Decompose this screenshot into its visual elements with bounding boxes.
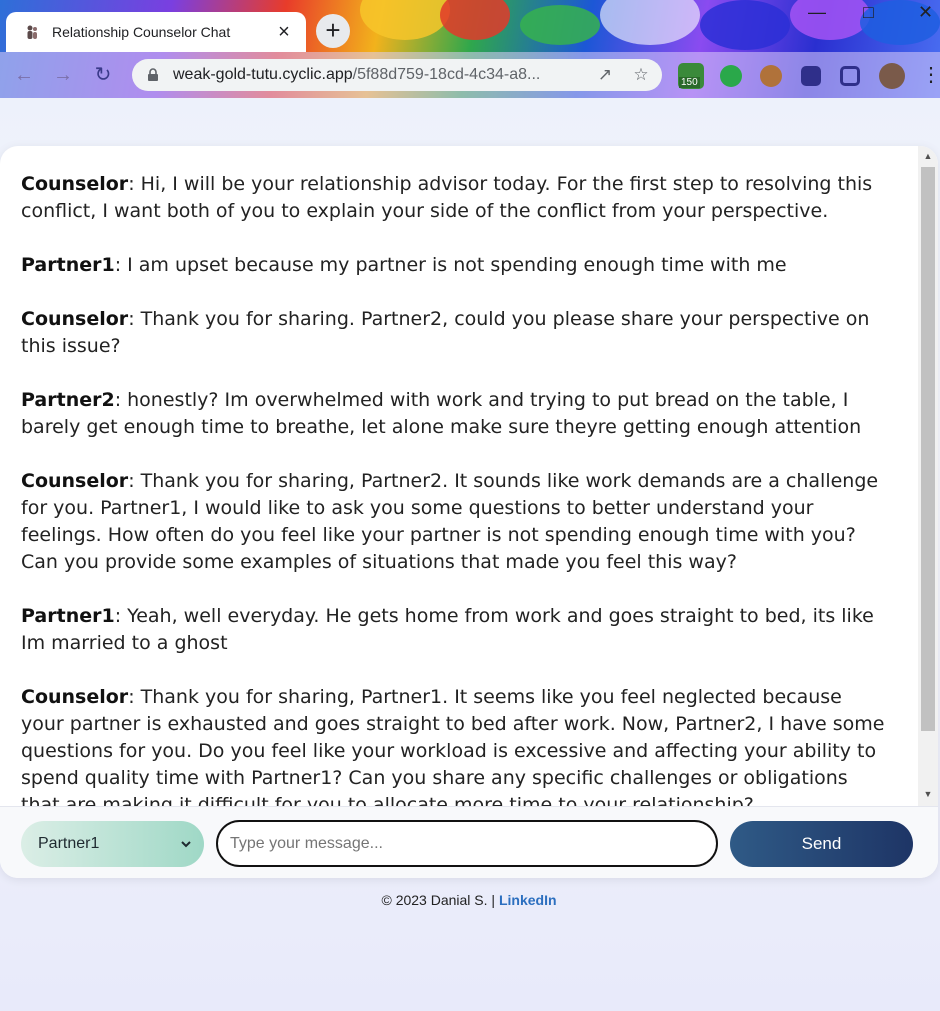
linkedin-link[interactable]: LinkedIn [499,892,557,908]
cookie-icon[interactable] [760,65,782,87]
tab-close-icon[interactable]: × [274,22,294,42]
chat-scrollbar[interactable]: ▲ ▼ [918,146,938,806]
url-host: weak-gold-tutu.cyclic.app [173,66,353,83]
message-sender: Counselor [21,308,129,330]
extension-counter-icon[interactable]: 150 [678,63,704,89]
page-body: Counselor: Hi, I will be your relationsh… [0,98,940,1011]
message-text: : Thank you for sharing, Partner1. It se… [21,686,885,806]
side-panel-icon[interactable] [840,66,860,86]
extensions-puzzle-icon[interactable] [801,66,821,86]
chat-message: Counselor: Thank you for sharing, Partne… [21,684,888,806]
url-path: /5f88d759-18cd-4c34-a8... [352,66,541,83]
chat-message: Counselor: Thank you for sharing. Partne… [21,306,888,360]
message-input[interactable] [216,820,718,867]
chat-message: Counselor: Hi, I will be your relationsh… [21,171,888,225]
chat-input-bar: Partner1 Send [0,806,938,878]
message-sender: Counselor [21,173,129,195]
message-sender: Partner2 [21,389,115,411]
chat-card: Counselor: Hi, I will be your relationsh… [0,146,938,878]
close-window-icon[interactable]: ✕ [918,2,933,23]
address-bar[interactable]: weak-gold-tutu.cyclic.app/5f88d759-18cd-… [132,59,662,91]
message-text: : Thank you for sharing. Partner2, could… [21,308,870,357]
tab-title: Relationship Counselor Chat [52,24,231,40]
couple-favicon-icon [27,25,37,39]
message-text: : Hi, I will be your relationship adviso… [21,173,873,222]
extension-badge: 150 [679,77,700,88]
message-text: : I am upset because my partner is not s… [114,254,787,276]
send-button[interactable]: Send [730,821,913,867]
browser-menu-icon[interactable]: ⋮ [918,62,940,88]
message-sender: Partner1 [21,605,115,627]
back-icon[interactable]: ← [11,62,37,88]
tab-strip: Relationship Counselor Chat × + — □ ✕ [0,0,940,52]
extension-d-icon[interactable] [720,65,742,87]
copyright-text: © 2023 Danial S. | [381,892,496,908]
scroll-down-icon[interactable]: ▼ [918,786,938,802]
profile-avatar[interactable] [879,63,905,89]
message-sender: Counselor [21,686,129,708]
scrollbar-thumb[interactable] [921,167,935,731]
message-text: : Thank you for sharing, Partner2. It so… [21,470,879,573]
minimize-icon[interactable]: — [808,2,826,23]
tab-active[interactable]: Relationship Counselor Chat × [6,12,306,52]
new-tab-button[interactable]: + [316,14,350,48]
page-footer: © 2023 Danial S. | LinkedIn [0,892,938,908]
partner-select[interactable]: Partner1 [21,821,204,867]
lock-icon [148,68,158,81]
message-sender: Partner1 [21,254,115,276]
chevron-down-icon [181,841,191,848]
forward-icon[interactable]: → [50,62,76,88]
partner-select-value: Partner1 [38,835,100,852]
maximize-icon[interactable]: □ [863,2,874,23]
share-icon[interactable]: ↗ [594,64,616,86]
reload-icon[interactable]: ↻ [90,62,116,88]
chat-message: Partner1: I am upset because my partner … [21,252,888,279]
message-sender: Counselor [21,470,129,492]
message-text: : honestly? Im overwhelmed with work and… [21,389,862,438]
bookmark-star-icon[interactable]: ☆ [630,64,652,86]
chat-message: Partner1: Yeah, well everyday. He gets h… [21,603,888,657]
chat-message: Partner2: honestly? Im overwhelmed with … [21,387,888,441]
browser-toolbar: ← → ↻ weak-gold-tutu.cyclic.app/5f88d759… [0,52,940,98]
url-text[interactable]: weak-gold-tutu.cyclic.app/5f88d759-18cd-… [173,66,580,84]
chat-messages: Counselor: Hi, I will be your relationsh… [0,146,918,806]
message-text: : Yeah, well everyday. He gets home from… [21,605,874,654]
chat-message: Counselor: Thank you for sharing, Partne… [21,468,888,576]
browser-chrome: Relationship Counselor Chat × + — □ ✕ ← … [0,0,940,98]
scroll-up-icon[interactable]: ▲ [918,148,938,164]
